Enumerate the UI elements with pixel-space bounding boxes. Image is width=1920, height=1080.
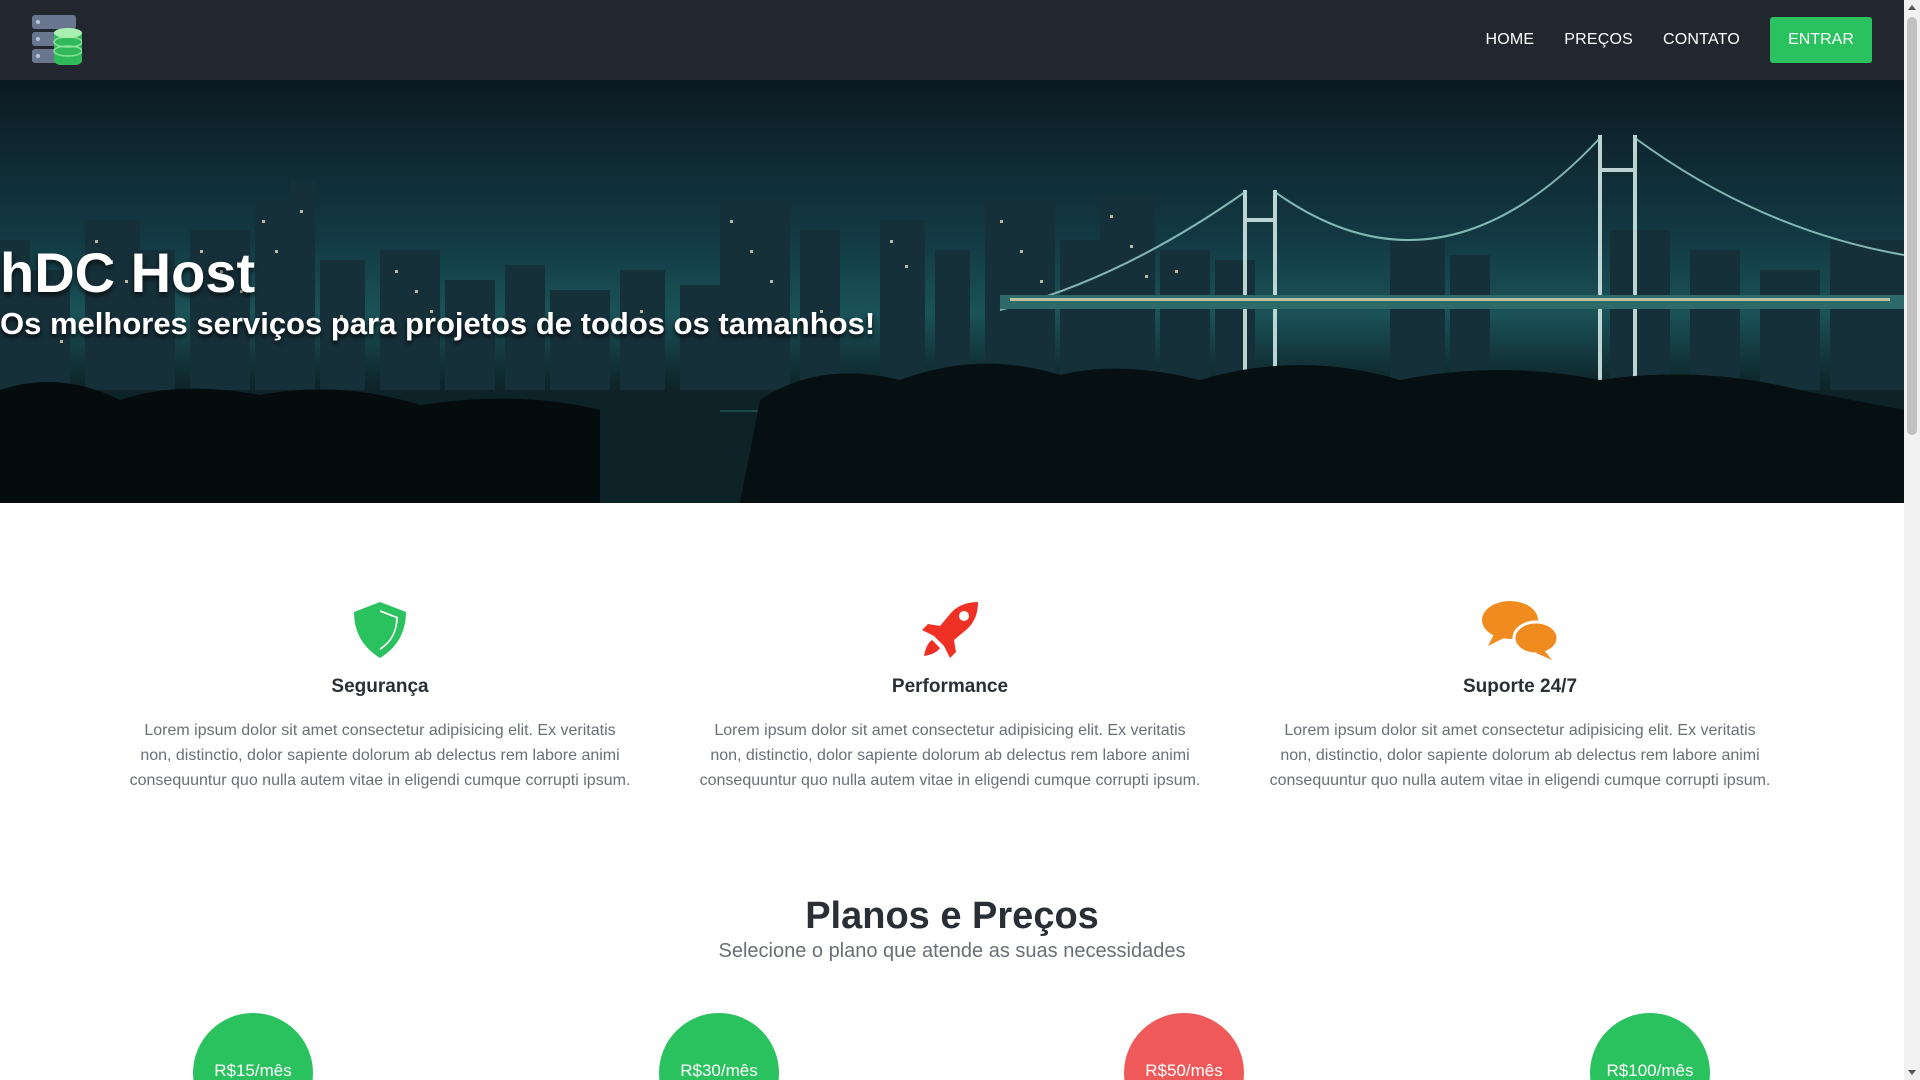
chat-bubbles-icon [1482, 601, 1560, 660]
database-server-icon[interactable] [32, 15, 83, 66]
plan-price-badge[interactable]: R$50/mês [1124, 1013, 1244, 1080]
rocket-icon [922, 602, 978, 658]
plan-price-badge[interactable]: R$100/mês [1590, 1013, 1710, 1080]
feature-title: Segurança [331, 676, 429, 697]
nav-menu: HOME PREÇOS CONTATO ENTRAR [1455, 17, 1872, 63]
feature-performance: Performance Lorem ipsum dolor sit amet c… [690, 600, 1210, 793]
feature-title: Suporte 24/7 [1462, 676, 1578, 697]
feature-title: Performance [891, 676, 1009, 697]
feature-seguranca: Segurança Lorem ipsum dolor sit amet con… [120, 600, 640, 793]
features-section: Segurança Lorem ipsum dolor sit amet con… [0, 600, 1904, 800]
scrollbar-thumb[interactable] [1907, 17, 1917, 435]
pricing-subtitle: Selecione o plano que atende as suas nec… [718, 940, 1186, 962]
plan-price-badge[interactable]: R$15/mês [193, 1013, 313, 1080]
plan-price-badge[interactable]: R$30/mês [659, 1013, 779, 1080]
scroll-down-icon[interactable] [1908, 1070, 1916, 1075]
hero-title: hDC Host [0, 241, 256, 304]
entrar-button[interactable]: ENTRAR [1770, 17, 1872, 63]
nav-link-home[interactable]: HOME [1485, 31, 1534, 49]
navbar: HOME PREÇOS CONTATO ENTRAR [0, 0, 1904, 80]
hero-subtitle: Os melhores serviços para projetos de to… [0, 306, 876, 341]
hero-banner: hDC Host Os melhores serviços para proje… [0, 80, 1904, 503]
feature-suporte: Suporte 24/7 Lorem ipsum dolor sit amet … [1260, 600, 1780, 793]
scroll-up-icon[interactable] [1908, 5, 1916, 10]
nav-link-contato[interactable]: CONTATO [1663, 31, 1740, 49]
shield-icon [354, 602, 406, 658]
feature-description: Lorem ipsum dolor sit amet consectetur a… [129, 722, 631, 789]
feature-description: Lorem ipsum dolor sit amet consectetur a… [699, 722, 1201, 789]
page-scrollbar[interactable] [1904, 0, 1920, 1080]
pricing-title: Planos e Preços [805, 895, 1099, 937]
nav-link-precos[interactable]: PREÇOS [1564, 31, 1633, 49]
feature-description: Lorem ipsum dolor sit amet consectetur a… [1269, 722, 1771, 789]
